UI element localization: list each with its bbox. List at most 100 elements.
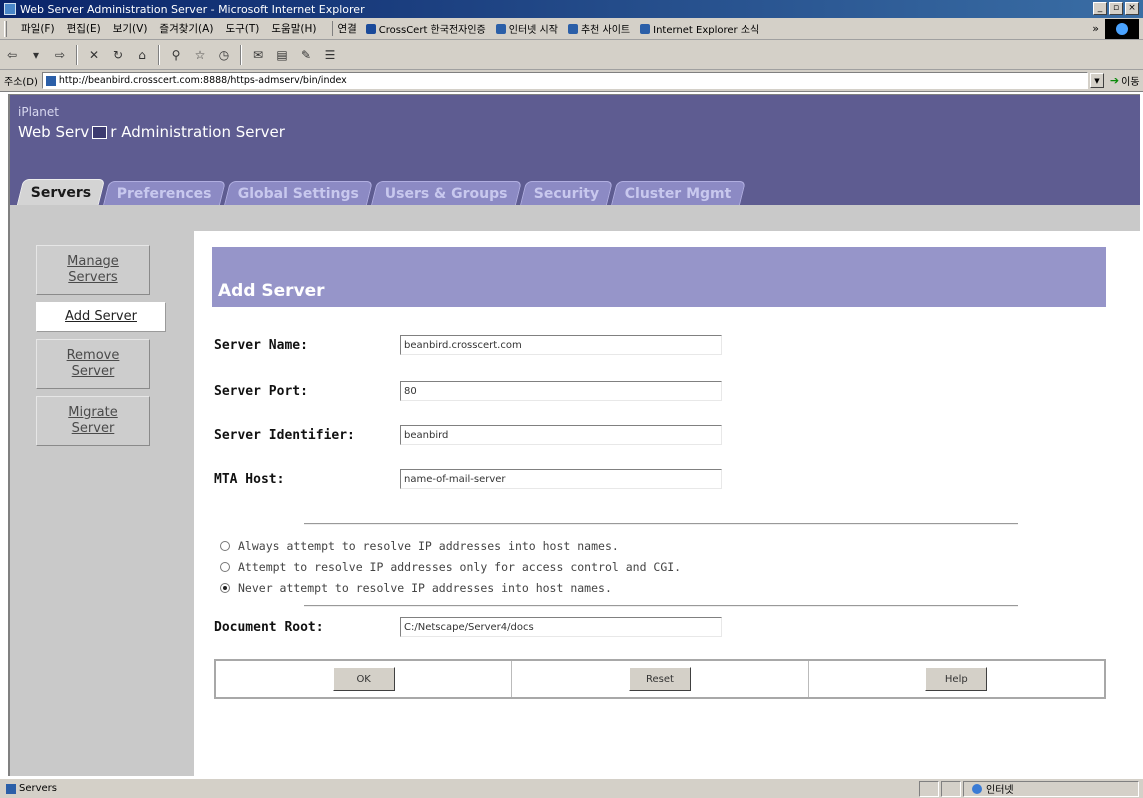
stop-icon[interactable]: ✕ bbox=[85, 46, 103, 64]
help-cell: Help bbox=[809, 661, 1104, 697]
page-status-icon bbox=[6, 783, 16, 794]
ie-page-icon bbox=[640, 23, 651, 34]
more-links-chevron-icon[interactable]: » bbox=[1092, 22, 1099, 35]
link-ie-news[interactable]: Internet Explorer 소식 bbox=[635, 21, 764, 36]
back-dropdown-icon[interactable]: ▾ bbox=[27, 46, 45, 64]
radio-always[interactable] bbox=[220, 541, 230, 551]
server-logo-icon bbox=[92, 126, 108, 139]
menu-favorites[interactable]: 즐겨찾기(A) bbox=[153, 21, 219, 36]
dns-option-never-label: Never attempt to resolve IP addresses in… bbox=[238, 581, 612, 595]
go-button[interactable]: ➔ 이동 bbox=[1110, 73, 1140, 88]
ie-logo-icon bbox=[1105, 19, 1139, 39]
nav-remove-server-line1: Remove bbox=[66, 348, 120, 363]
nav-manage-servers-line1: Manage bbox=[67, 254, 119, 269]
product-title-suffix: r Administration Server bbox=[110, 123, 285, 141]
nav-manage-servers[interactable]: Manage Servers bbox=[36, 245, 150, 295]
server-port-input[interactable] bbox=[400, 381, 722, 401]
document-root-row: Document Root: bbox=[214, 617, 722, 637]
globe-icon bbox=[972, 783, 982, 794]
address-input[interactable]: http://beanbird.crosscert.com:8888/https… bbox=[41, 72, 1088, 89]
ok-cell: OK bbox=[216, 661, 513, 697]
link-crosscert[interactable]: CrossCert 한국전자인증 bbox=[361, 21, 491, 36]
tab-servers-label: Servers bbox=[30, 184, 92, 201]
search-icon[interactable]: ⚲ bbox=[167, 46, 185, 64]
nav-migrate-server-line2: Server bbox=[71, 421, 115, 436]
tab-security-label: Security bbox=[533, 185, 600, 202]
ie-page-icon bbox=[567, 23, 578, 34]
divider bbox=[304, 523, 1018, 525]
tab-preferences[interactable]: Preferences bbox=[103, 181, 227, 205]
close-button[interactable]: × bbox=[1125, 2, 1139, 15]
print-icon[interactable]: ▤ bbox=[273, 46, 291, 64]
link-internet-start[interactable]: 인터넷 시작 bbox=[491, 21, 563, 36]
status-text: Servers bbox=[19, 783, 58, 794]
page-title: Add Server bbox=[218, 281, 325, 301]
product-title-prefix: Web Serv bbox=[18, 123, 90, 141]
toolbar-separator bbox=[76, 44, 78, 65]
dns-option-access[interactable]: Attempt to resolve IP addresses only for… bbox=[220, 560, 681, 574]
window-controls: _ ▫ × bbox=[1093, 2, 1139, 15]
tab-global-settings[interactable]: Global Settings bbox=[224, 181, 374, 205]
window-title: Web Server Administration Server - Micro… bbox=[20, 2, 365, 16]
page-viewport: iPlanet Web Serv r Administration Server … bbox=[8, 94, 1140, 776]
nav-remove-server-label: Remove Server bbox=[67, 348, 120, 380]
admin-banner: iPlanet Web Serv r Administration Server … bbox=[10, 95, 1140, 205]
forward-icon[interactable]: ⇨ bbox=[51, 46, 69, 64]
server-name-input[interactable] bbox=[400, 335, 722, 355]
tab-preferences-label: Preferences bbox=[117, 185, 212, 202]
maximize-button[interactable]: ▫ bbox=[1109, 2, 1123, 15]
toolbar-grip[interactable] bbox=[4, 20, 7, 37]
mail-icon[interactable]: ✉ bbox=[249, 46, 267, 64]
tab-security[interactable]: Security bbox=[519, 181, 614, 205]
mta-host-label: MTA Host: bbox=[214, 471, 285, 487]
help-button[interactable]: Help bbox=[925, 667, 988, 691]
server-identifier-input[interactable] bbox=[400, 425, 722, 445]
reset-cell: Reset bbox=[512, 661, 809, 697]
page-icon bbox=[45, 75, 56, 86]
status-panel bbox=[919, 780, 939, 797]
link-recommended-sites[interactable]: 추천 사이트 bbox=[563, 21, 635, 36]
side-navigation: Manage Servers Add Server Remove Server Mi… bbox=[26, 245, 168, 453]
document-root-input[interactable] bbox=[400, 617, 722, 637]
reset-button[interactable]: Reset bbox=[628, 667, 691, 691]
address-dropdown-icon[interactable]: ▼ bbox=[1089, 73, 1104, 88]
nav-migrate-server[interactable]: Migrate Server bbox=[36, 396, 150, 446]
edit-icon[interactable]: ✎ bbox=[297, 46, 315, 64]
server-name-label: Server Name: bbox=[214, 337, 308, 353]
mta-host-input[interactable] bbox=[400, 469, 722, 489]
nav-remove-server[interactable]: Remove Server bbox=[36, 339, 150, 389]
menu-file[interactable]: 파일(F) bbox=[15, 21, 61, 36]
home-icon[interactable]: ⌂ bbox=[133, 46, 151, 64]
nav-add-server[interactable]: Add Server bbox=[36, 302, 166, 332]
refresh-icon[interactable]: ↻ bbox=[109, 46, 127, 64]
server-identifier-label: Server Identifier: bbox=[214, 427, 355, 443]
link-internet-start-label: 인터넷 시작 bbox=[508, 25, 558, 36]
minimize-button[interactable]: _ bbox=[1093, 2, 1107, 15]
nav-migrate-server-label: Migrate Server bbox=[68, 405, 118, 437]
content-panel: Add Server Server Name: Server Port: Ser… bbox=[194, 231, 1140, 776]
history-icon[interactable]: ◷ bbox=[215, 46, 233, 64]
tab-servers[interactable]: Servers bbox=[16, 179, 106, 205]
favorites-icon[interactable]: ☆ bbox=[191, 46, 209, 64]
link-recommended-sites-label: 추천 사이트 bbox=[580, 25, 631, 36]
product-title: Web Serv r Administration Server bbox=[18, 123, 285, 141]
tab-cluster-mgmt[interactable]: Cluster Mgmt bbox=[611, 181, 746, 205]
dns-option-always-label: Always attempt to resolve IP addresses i… bbox=[238, 539, 619, 553]
tab-users-groups[interactable]: Users & Groups bbox=[371, 181, 522, 205]
toolbar-separator bbox=[158, 44, 160, 65]
menu-bar: 파일(F) 편집(E) 보기(V) 즐겨찾기(A) 도구(T) 도움말(H) 연… bbox=[0, 18, 1143, 40]
nav-add-server-label: Add Server bbox=[65, 309, 137, 324]
menu-help[interactable]: 도움말(H) bbox=[265, 21, 322, 36]
zone-label: 인터넷 bbox=[986, 785, 1014, 796]
dns-option-always[interactable]: Always attempt to resolve IP addresses i… bbox=[220, 539, 619, 553]
radio-access[interactable] bbox=[220, 562, 230, 572]
dns-option-never[interactable]: Never attempt to resolve IP addresses in… bbox=[220, 581, 612, 595]
back-icon[interactable]: ⇦ bbox=[3, 46, 21, 64]
ok-button[interactable]: OK bbox=[332, 667, 395, 691]
menu-edit[interactable]: 편집(E) bbox=[61, 21, 107, 36]
radio-never[interactable] bbox=[220, 583, 230, 593]
menu-tools[interactable]: 도구(T) bbox=[219, 21, 265, 36]
ie-icon bbox=[4, 3, 16, 15]
discuss-icon[interactable]: ☰ bbox=[321, 46, 339, 64]
menu-view[interactable]: 보기(V) bbox=[107, 21, 154, 36]
